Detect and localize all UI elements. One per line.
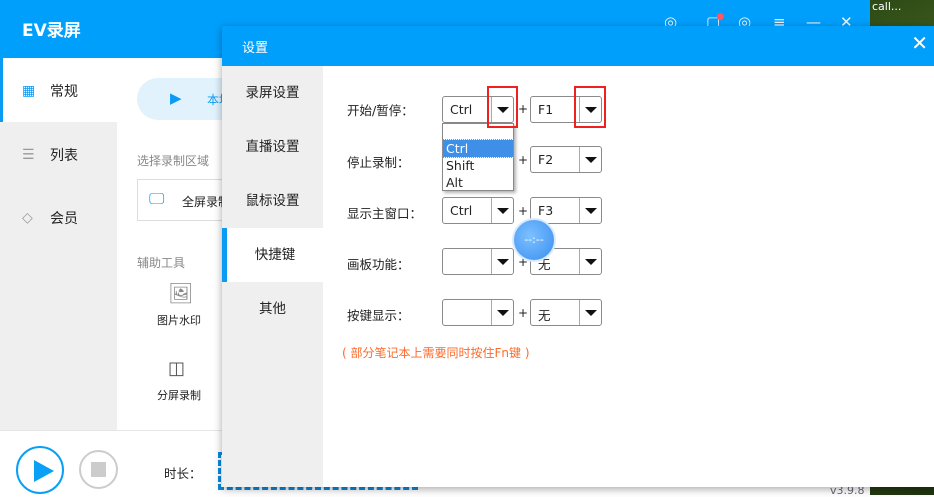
- select-value: F2: [538, 152, 554, 167]
- select-value: Ctrl: [450, 102, 473, 117]
- tab-live-settings[interactable]: 直播设置: [222, 120, 323, 174]
- monitor-icon: 🖵: [149, 189, 165, 208]
- select-value: 无: [538, 308, 551, 323]
- plus-sign: +: [518, 102, 529, 116]
- row-label: 画板功能：: [347, 257, 410, 272]
- stop-button[interactable]: [79, 450, 118, 489]
- dropdown-arrow-icon[interactable]: [579, 198, 601, 223]
- split-screen-icon[interactable]: ◫: [168, 358, 185, 379]
- row-label: 停止录制：: [347, 155, 410, 170]
- dialog-title: 设置: [242, 41, 269, 56]
- image-icon[interactable]: 🖼: [168, 281, 193, 305]
- key-select-stop[interactable]: F2: [530, 146, 602, 173]
- tab-mouse-settings[interactable]: 鼠标设置: [222, 174, 323, 228]
- dropdown-option-alt[interactable]: Alt: [443, 174, 513, 191]
- tab-record-settings[interactable]: 录屏设置: [222, 66, 323, 120]
- select-value: F3: [538, 203, 554, 218]
- sidebar-item-label: 列表: [50, 148, 78, 164]
- dropdown-arrow-icon[interactable]: [491, 249, 513, 274]
- floating-timer[interactable]: --:--: [512, 218, 556, 262]
- list-icon: ☰: [22, 147, 35, 163]
- hotkey-note: ( 部分笔记本上需要同时按住Fn键 ): [342, 346, 530, 360]
- row-label: 按键显示：: [347, 308, 410, 323]
- sidebar-item-member[interactable]: ◇ 会员: [22, 208, 78, 228]
- sidebar-item-list[interactable]: ☰ 列表: [22, 145, 78, 165]
- tools-title: 辅助工具: [137, 256, 186, 270]
- select-value: Ctrl: [450, 203, 473, 218]
- area-title: 选择录制区域: [137, 154, 210, 168]
- tab-hotkeys[interactable]: 快捷键: [222, 228, 323, 282]
- highlight-box: [574, 86, 606, 128]
- duration-label: 时长：: [164, 466, 202, 481]
- settings-dialog: 设置 ✕ 录屏设置 直播设置 鼠标设置 快捷键 其他 开始/暂停： Ctrl +…: [222, 26, 934, 487]
- dropdown-option-shift[interactable]: Shift: [443, 157, 513, 174]
- plus-sign: +: [518, 204, 529, 218]
- dialog-header: 设置 ✕: [222, 26, 934, 66]
- play-button[interactable]: [16, 446, 64, 494]
- key-select-keys[interactable]: 无: [530, 299, 602, 326]
- dropdown-arrow-icon[interactable]: [491, 198, 513, 223]
- tab-other[interactable]: 其他: [222, 282, 323, 336]
- highlight-box: [487, 86, 518, 128]
- row-label: 开始/暂停：: [347, 103, 414, 118]
- fullscreen-label: 全屏录制: [182, 195, 222, 209]
- split-screen-tool[interactable]: 分屏录制: [157, 387, 201, 403]
- plus-sign: +: [518, 306, 529, 320]
- sidebar-item-general[interactable]: ▦ 常规: [22, 81, 78, 101]
- modifier-select-board[interactable]: [442, 248, 514, 275]
- mode-label: 本地: [207, 93, 222, 107]
- diamond-icon: ◇: [22, 210, 33, 226]
- video-icon: ▶: [170, 89, 182, 107]
- watermark-tool[interactable]: 图片水印: [157, 312, 201, 328]
- dropdown-arrow-icon[interactable]: [491, 300, 513, 325]
- sidebar-item-label: 常规: [50, 84, 78, 100]
- dialog-tabs: 录屏设置 直播设置 鼠标设置 快捷键 其他: [222, 66, 323, 487]
- row-label: 显示主窗口：: [347, 206, 423, 221]
- dropdown-option-ctrl[interactable]: Ctrl: [442, 139, 514, 158]
- modifier-select-keys[interactable]: [442, 299, 514, 326]
- dropdown-arrow-icon[interactable]: [579, 147, 601, 172]
- dropdown-arrow-icon[interactable]: [579, 249, 601, 274]
- plus-sign: +: [518, 153, 529, 167]
- modifier-select-show[interactable]: Ctrl: [442, 197, 514, 224]
- select-value: F1: [538, 102, 554, 117]
- modifier-dropdown-list: Ctrl Shift Alt: [442, 123, 514, 191]
- desktop-label: call...: [872, 0, 902, 13]
- close-icon[interactable]: ✕: [911, 31, 928, 55]
- sidebar-item-label: 会员: [50, 211, 78, 227]
- grid-icon: ▦: [22, 83, 36, 99]
- dropdown-arrow-icon[interactable]: [579, 300, 601, 325]
- app-title: EV录屏: [22, 21, 81, 41]
